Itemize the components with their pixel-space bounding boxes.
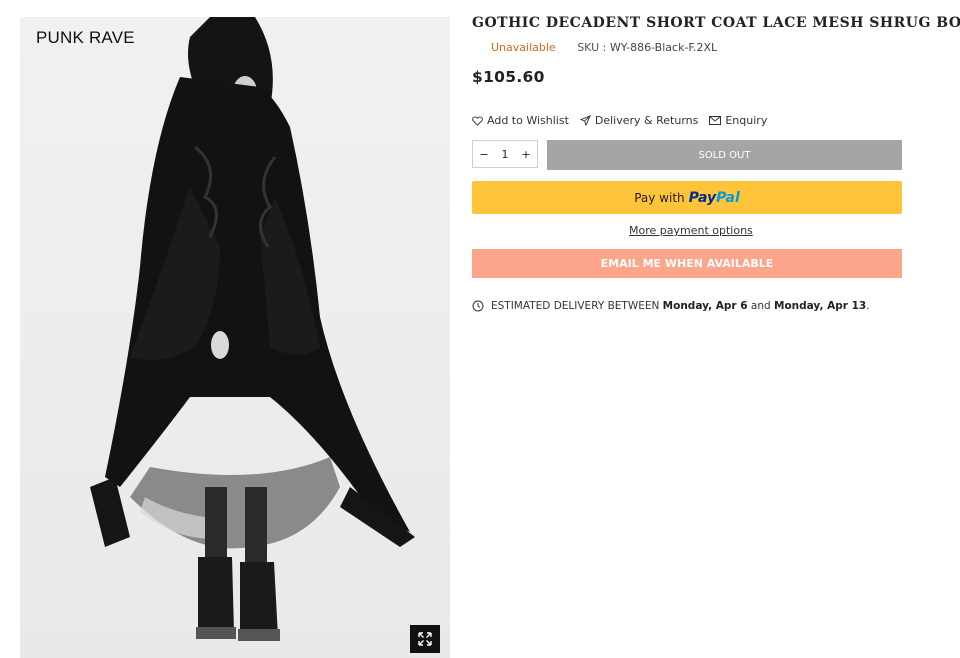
enquiry-label: Enquiry (725, 114, 768, 127)
paypal-button[interactable]: Pay with Pay Pal (472, 181, 902, 214)
estimated-delivery: ESTIMATED DELIVERY BETWEEN Monday, Apr 6… (472, 300, 870, 312)
enquiry-link[interactable]: Enquiry (709, 114, 767, 127)
delivery-start-date: Monday, Apr 6 (662, 300, 748, 312)
expand-arrows-icon (418, 632, 432, 646)
delivery-middle: and (750, 300, 771, 312)
envelope-icon (709, 116, 722, 125)
product-image-gallery[interactable]: PUNK RAVE (20, 17, 450, 658)
delivery-end-date: Monday, Apr 13 (774, 300, 867, 312)
quantity-input[interactable] (495, 147, 515, 161)
brand-logo: PUNK RAVE (36, 28, 135, 47)
paypal-logo-pal: Pal (716, 189, 740, 206)
product-price: $105.60 (472, 68, 545, 86)
quantity-decrease-button[interactable]: − (473, 148, 495, 161)
product-title: GOTHIC DECADENT SHORT COAT LACE MESH SHR… (472, 15, 960, 31)
paypal-logo-pay: Pay (688, 189, 717, 206)
delivery-returns-link[interactable]: Delivery & Returns (579, 114, 699, 127)
product-photo (20, 17, 450, 658)
heart-icon (472, 115, 483, 126)
email-when-available-button[interactable]: EMAIL ME WHEN AVAILABLE (472, 249, 902, 278)
availability-status: Unavailable (491, 41, 556, 54)
product-links: Add to Wishlist Delivery & Returns Enqui… (472, 114, 778, 127)
delivery-suffix: . (866, 300, 870, 312)
sold-out-button[interactable]: SOLD OUT (547, 140, 902, 170)
image-zoom-button[interactable] (410, 625, 440, 653)
sku-label: SKU : (577, 41, 607, 54)
delivery-prefix: ESTIMATED DELIVERY BETWEEN (491, 300, 660, 312)
quantity-stepper: − + (472, 140, 538, 168)
more-payment-options-link[interactable]: More payment options (629, 224, 753, 237)
delivery-returns-label: Delivery & Returns (594, 114, 699, 127)
add-to-wishlist-link[interactable]: Add to Wishlist (472, 114, 569, 127)
product-meta: Unavailable SKU : WY-886-Black-F.2XL (491, 41, 717, 54)
sku-value: WY-886-Black-F.2XL (609, 41, 718, 54)
paper-plane-icon (579, 115, 591, 126)
wishlist-label: Add to Wishlist (487, 114, 569, 127)
quantity-increase-button[interactable]: + (515, 148, 537, 161)
clock-icon (472, 300, 484, 312)
paypal-prefix: Pay with (634, 190, 685, 205)
